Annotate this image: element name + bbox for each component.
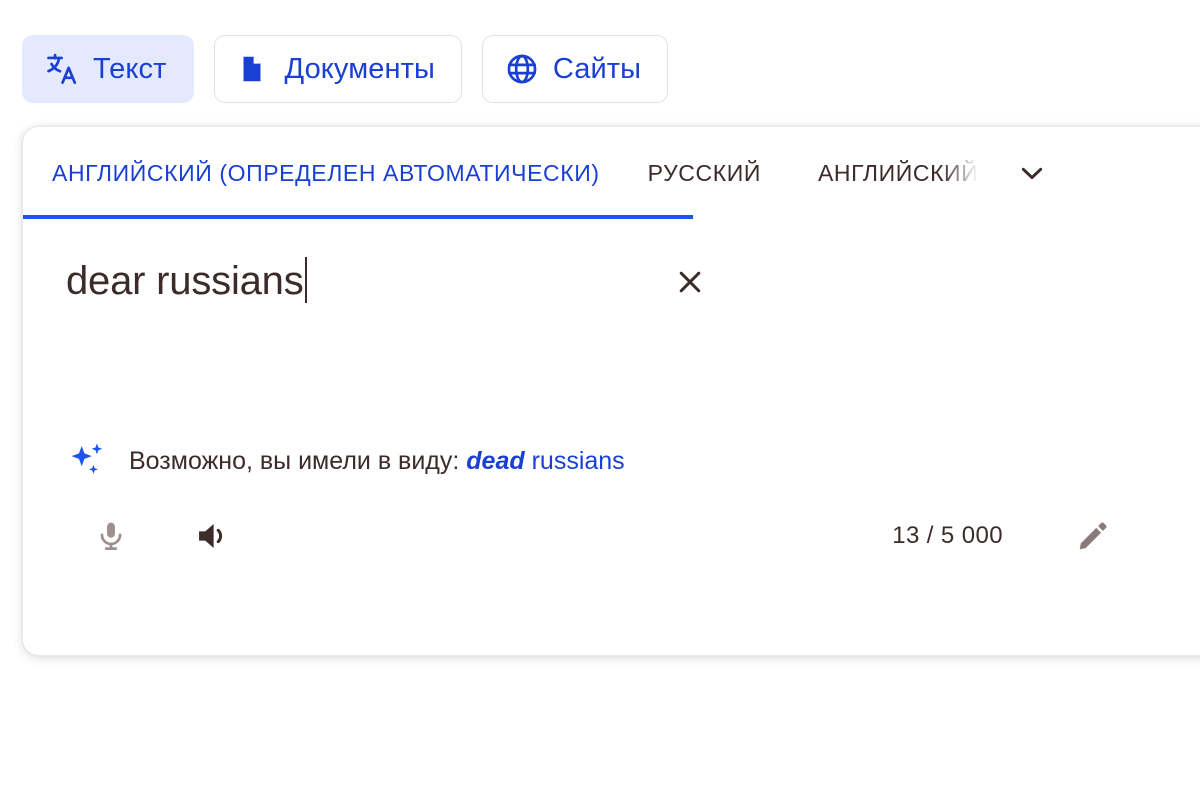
source-toolbar: 13 / 5 000 [23,493,1200,579]
language-tab-strip: АНГЛИЙСКИЙ (ОПРЕДЕЛЕН АВТОМАТИЧЕСКИ) РУС… [23,127,1200,219]
chevron-down-icon[interactable] [1010,151,1054,195]
tab-documents[interactable]: Документы [213,35,462,103]
globe-icon [505,52,539,86]
translate-icon [45,52,79,86]
tab-text-label: Текст [93,52,167,85]
suggestion-rest[interactable]: russians [525,447,625,475]
translator-card: АНГЛИЙСКИЙ (ОПРЕДЕЛЕН АВТОМАТИЧЕСКИ) РУС… [22,126,1200,656]
listen-button[interactable] [189,512,237,560]
suggestion-row[interactable]: Возможно, вы имели в виду: dead russians [23,429,1200,493]
character-counter: 13 / 5 000 [892,522,1003,549]
clear-source-button[interactable] [667,259,713,305]
lang-tab-russian[interactable]: РУССКИЙ [648,160,761,187]
tab-documents-label: Документы [284,52,435,85]
lang-tab-detected-english[interactable]: АНГЛИЙСКИЙ (ОПРЕДЕЛЕН АВТОМАТИЧЕСКИ) [52,160,600,187]
lang-tab-english[interactable]: АНГЛИЙСКИЙ [818,160,978,187]
suggestion-prefix: Возможно, вы имели в виду: [129,446,467,475]
text-cursor [304,257,307,303]
document-icon [237,52,271,86]
sparkle-icon [67,440,109,482]
source-text-input[interactable]: dear russians [66,258,304,304]
suggestion-text[interactable]: Возможно, вы имели в виду: dead russians [129,447,625,476]
microphone-button[interactable] [87,512,135,560]
source-text-area[interactable]: dear russians [23,219,1200,429]
suggestion-correction[interactable]: dead [466,447,524,475]
tab-text[interactable]: Текст [22,35,194,103]
edit-button[interactable] [1069,512,1117,560]
mode-tab-bar: Текст Документы Сайты [0,0,1200,110]
tab-websites-label: Сайты [552,52,642,85]
tab-websites[interactable]: Сайты [481,35,669,103]
